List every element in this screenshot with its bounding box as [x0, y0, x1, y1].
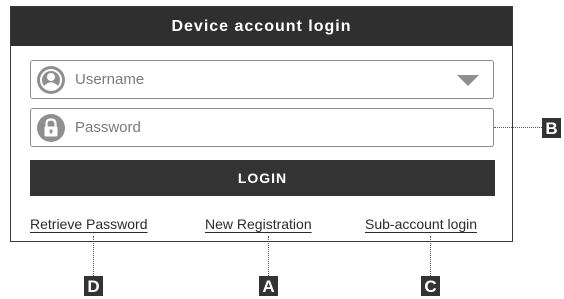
chevron-down-icon[interactable]: [457, 75, 479, 86]
sub-account-login-link[interactable]: Sub-account login: [365, 216, 477, 232]
dialog-title: Device account login: [11, 7, 512, 46]
callout-line-a: [268, 236, 269, 276]
callout-label-d: D: [84, 276, 103, 296]
username-input[interactable]: [75, 71, 435, 88]
login-dialog: Device account login LOGIN Retrieve Pass…: [10, 6, 513, 242]
callout-line-b: [494, 127, 542, 128]
retrieve-password-link[interactable]: Retrieve Password: [30, 216, 148, 232]
username-field[interactable]: [30, 60, 494, 99]
callout-label-c: C: [421, 276, 440, 296]
callout-label-b: B: [542, 118, 561, 138]
login-button[interactable]: LOGIN: [30, 160, 495, 196]
password-field[interactable]: [30, 108, 494, 147]
callout-label-a: A: [259, 276, 278, 296]
password-input[interactable]: [75, 119, 435, 136]
callout-line-d: [93, 236, 94, 276]
callout-line-c: [430, 236, 431, 276]
new-registration-link[interactable]: New Registration: [205, 216, 312, 232]
lock-icon: [37, 113, 65, 142]
user-avatar-icon: [37, 65, 65, 94]
